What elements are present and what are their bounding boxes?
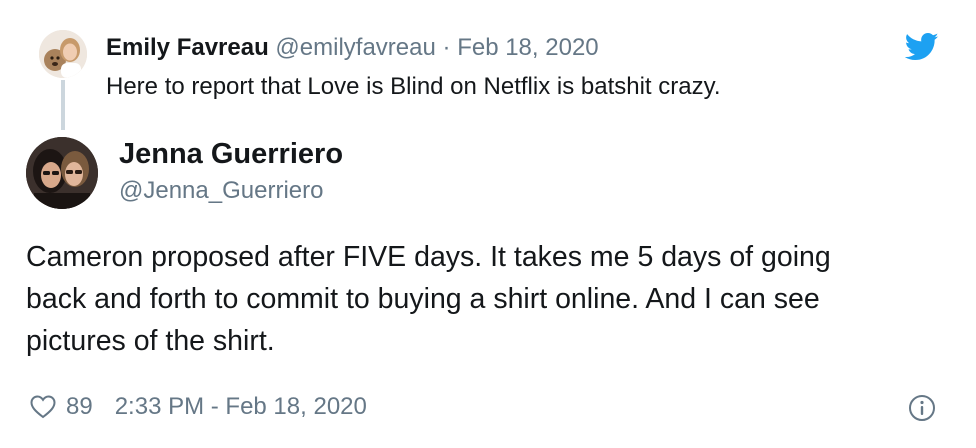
- parent-avatar-image: [39, 30, 87, 78]
- main-author-name[interactable]: Jenna Guerriero: [119, 136, 343, 172]
- main-author-handle[interactable]: @Jenna_Guerriero: [119, 176, 323, 206]
- like-count[interactable]: 89: [66, 393, 93, 421]
- heart-icon[interactable]: [30, 395, 56, 419]
- main-tweet-text-line: Cameron proposed after FIVE days. It tak…: [26, 241, 831, 273]
- parent-author-handle[interactable]: @emilyfavreau: [275, 34, 435, 61]
- main-avatar-image: [26, 137, 98, 209]
- twitter-bird-icon[interactable]: [905, 32, 939, 62]
- info-icon[interactable]: [908, 394, 936, 422]
- main-tweet-text-line: pictures of the shirt.: [26, 325, 275, 357]
- main-tweet-text: Cameron proposed after FIVE days. It tak…: [26, 236, 956, 362]
- main-tweet-text-line: back and forth to commit to buying a shi…: [26, 283, 820, 315]
- tweet-footer: 89 2:33 PM - Feb 18, 2020: [30, 392, 367, 422]
- main-avatar[interactable]: [26, 137, 98, 209]
- parent-author-name[interactable]: Emily Favreau: [106, 34, 269, 61]
- tweet-embed-card: Emily Favreau @emilyfavreau · Feb 18, 20…: [0, 0, 976, 448]
- parent-tweet-header: Emily Favreau @emilyfavreau · Feb 18, 20…: [106, 33, 599, 63]
- parent-tweet[interactable]: Emily Favreau @emilyfavreau · Feb 18, 20…: [0, 0, 976, 130]
- parent-avatar[interactable]: [39, 30, 87, 78]
- thread-connector-line: [61, 80, 65, 130]
- parent-separator-dot: ·: [442, 34, 451, 61]
- parent-tweet-date[interactable]: Feb 18, 2020: [457, 34, 598, 61]
- tweet-timestamp[interactable]: 2:33 PM - Feb 18, 2020: [115, 393, 367, 421]
- parent-tweet-text: Here to report that Love is Blind on Net…: [106, 73, 721, 100]
